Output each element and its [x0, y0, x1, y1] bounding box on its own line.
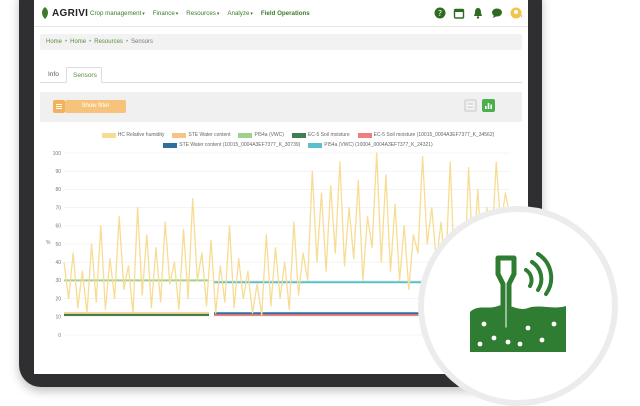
y-axis-label: %: [46, 240, 51, 246]
y-tick-label: 40: [55, 260, 61, 266]
legend-swatch: [172, 132, 187, 138]
legend-item[interactable]: PI54a (VWC): [238, 130, 284, 140]
nav-analyze[interactable]: Analyze▾: [227, 10, 253, 17]
app-logo[interactable]: AGRIVI: [40, 6, 88, 20]
nav-field-operations[interactable]: Field Operations: [261, 10, 310, 17]
legend-swatch: [238, 132, 253, 138]
tab-bar: Info Sensors: [40, 67, 522, 83]
nav-label: Resources: [186, 9, 216, 17]
nav-resources[interactable]: Resources▾: [186, 10, 219, 17]
y-tick-label: 0: [58, 333, 61, 339]
notification-bell-icon[interactable]: [472, 7, 484, 19]
breadcrumb-separator: •: [125, 39, 129, 45]
legend-swatch: [101, 132, 116, 138]
table-grid-icon: [466, 101, 475, 110]
tab-sensors[interactable]: Sensors: [66, 67, 102, 83]
chevron-down-icon: ▾: [216, 10, 220, 17]
legend-row: HC Relative humidity STE Water content PI5…: [78, 130, 518, 140]
svg-text:?: ?: [438, 9, 442, 18]
calendar-icon[interactable]: [453, 7, 465, 19]
help-icon[interactable]: ?: [434, 7, 446, 19]
main-nav: Crop management▾ Finance▾ Resources▾ Ana…: [90, 0, 318, 26]
legend-swatch: [291, 132, 306, 138]
legend-item[interactable]: STE Water content: [172, 130, 230, 140]
y-tick-label: 30: [55, 278, 61, 284]
chart-view-icon[interactable]: [482, 99, 495, 112]
svg-text:▾: ▾: [521, 14, 522, 19]
breadcrumb-home[interactable]: Home: [46, 39, 62, 45]
soil-sensor-badge: [418, 206, 618, 406]
nav-label: Analyze: [227, 9, 250, 17]
y-tick-label: 50: [55, 242, 61, 248]
breadcrumb-home-2[interactable]: Home: [70, 39, 86, 45]
chat-icon[interactable]: [491, 7, 503, 19]
breadcrumb-separator: •: [89, 39, 92, 45]
y-tick-label: 100: [53, 151, 62, 157]
legend-label: HC Relative humidity: [117, 132, 165, 138]
table-view-icon[interactable]: [464, 99, 477, 112]
legend-label: STE Water content: [188, 132, 231, 138]
chevron-down-icon: ▾: [250, 10, 253, 17]
filter-icon[interactable]: [53, 100, 65, 113]
legend-label: EC-5 Soil moisture: [307, 132, 350, 138]
legend-item[interactable]: EC-5 Soil moisture (10015_0004A3EF7377_K…: [357, 130, 495, 140]
legend-item[interactable]: EC-5 Soil moisture: [291, 130, 350, 140]
top-icons: ? ▾: [427, 7, 522, 19]
breadcrumb-resources[interactable]: Resources: [94, 39, 123, 45]
legend-item[interactable]: HC Relative humidity: [101, 130, 165, 140]
breadcrumb-separator: •: [65, 39, 68, 45]
legend-label: PI54a (VWC): [254, 132, 284, 138]
nav-label: Crop management: [90, 9, 142, 17]
top-navbar: AGRIVI Crop management▾ Finance▾ Resourc…: [34, 0, 528, 27]
nav-label: Finance: [152, 9, 175, 17]
chevron-down-icon: ▾: [175, 10, 179, 17]
show-filter-button[interactable]: Show filter: [65, 100, 126, 113]
tab-info[interactable]: Info: [42, 67, 65, 82]
y-tick-label: 80: [55, 187, 61, 193]
filter-bar: Show filter: [40, 92, 522, 122]
soil-sensor-icon: [470, 252, 566, 352]
legend-label: EC-5 Soil moisture (10015_0004A3EF7377_K…: [373, 132, 495, 138]
nav-crop-management[interactable]: Crop management▾: [90, 10, 145, 17]
filter-lines-icon: [56, 104, 62, 109]
leaf-icon: [42, 7, 48, 19]
y-tick-label: 10: [55, 315, 61, 321]
app-name: AGRIVI: [52, 7, 89, 19]
user-avatar-icon[interactable]: ▾: [510, 7, 522, 19]
y-tick-label: 90: [55, 169, 61, 175]
y-tick-label: 60: [55, 224, 61, 230]
bar-chart-icon: [485, 103, 492, 109]
chevron-down-icon: ▾: [142, 10, 145, 17]
legend-swatch: [357, 132, 372, 138]
y-tick-label: 70: [55, 205, 61, 211]
breadcrumb: Home • Home • Resources • Sensors: [40, 34, 522, 50]
y-tick-label: 20: [55, 296, 61, 302]
breadcrumb-current: Sensors: [131, 39, 154, 45]
nav-finance[interactable]: Finance▾: [153, 10, 179, 17]
